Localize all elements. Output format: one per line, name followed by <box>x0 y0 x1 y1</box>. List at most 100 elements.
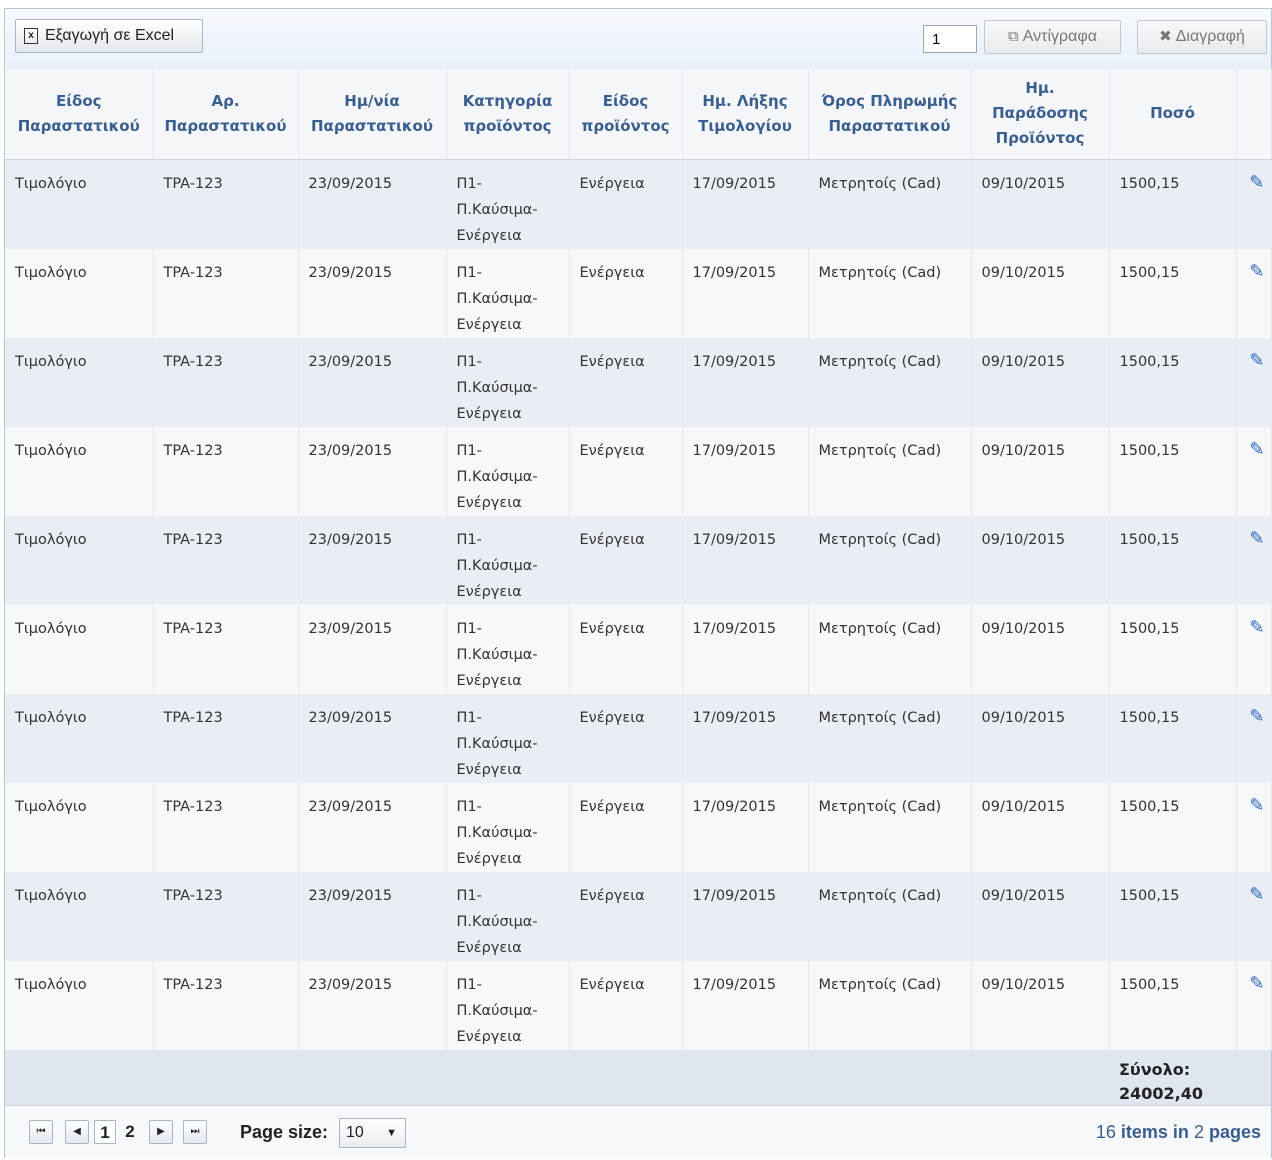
copies-count-input[interactable] <box>923 25 977 53</box>
edit-icon[interactable]: ✎ <box>1249 793 1264 819</box>
cell-category-line: Π1- <box>456 531 482 548</box>
edit-icon[interactable]: ✎ <box>1249 259 1264 285</box>
cell-amount: 1500,15 <box>1109 337 1237 427</box>
copy-icon: ⧉ <box>1008 28 1019 45</box>
table-row[interactable]: Τιμολόγιο TPA-123 23/09/2015 Π1- Π.Καύσιμα- Ε… <box>5 337 1272 427</box>
cell-terms: Μετρητοίς (Cad) <box>808 515 972 605</box>
page-number-2[interactable]: 2 <box>119 1120 141 1144</box>
cell-product: Ενέργεια <box>569 782 683 872</box>
cell-category-line: Ενέργεια <box>456 850 522 867</box>
page-size-select[interactable]: 10 ▼ <box>339 1118 406 1148</box>
cell-amount: 1500,15 <box>1109 782 1237 872</box>
column-header[interactable]: Ποσό <box>1109 69 1237 160</box>
cell-edit: ✎ <box>1236 604 1272 694</box>
cell-product: Ενέργεια <box>569 693 683 783</box>
cell-date: 23/09/2015 <box>298 693 447 783</box>
cell-delivery: 09/10/2015 <box>971 426 1110 516</box>
cell-type: Τιμολόγιο <box>5 604 154 694</box>
last-page-button[interactable]: ⏭ <box>183 1120 207 1144</box>
column-header[interactable]: Είδος Παραστατικού <box>5 69 154 160</box>
edit-icon[interactable]: ✎ <box>1249 437 1264 463</box>
cell-category-line: Π.Καύσιμα- <box>456 824 538 841</box>
table-body: Τιμολόγιο TPA-123 23/09/2015 Π1- Π.Καύσιμα- Ε… <box>5 159 1272 1050</box>
cell-category-line: Π1- <box>456 887 482 904</box>
excel-file-icon: x <box>24 28 38 44</box>
table-row[interactable]: Τιμολόγιο TPA-123 23/09/2015 Π1- Π.Καύσιμα- Ε… <box>5 782 1272 872</box>
cell-category-line: Π.Καύσιμα- <box>456 1002 538 1019</box>
column-header[interactable]: Όρος Πληρωμής Παραστατικού <box>808 69 972 160</box>
table-row[interactable]: Τιμολόγιο TPA-123 23/09/2015 Π1- Π.Καύσιμα- Ε… <box>5 960 1272 1050</box>
cell-category-line: Ενέργεια <box>456 672 522 689</box>
edit-icon[interactable]: ✎ <box>1249 170 1264 196</box>
cell-category-line: Ενέργεια <box>456 761 522 778</box>
cell-category: Π1- Π.Καύσιμα- Ενέργεια <box>446 782 570 872</box>
cell-category-line: Π1- <box>456 976 482 993</box>
cell-type: Τιμολόγιο <box>5 960 154 1050</box>
delete-button[interactable]: ✖ Διαγραφή <box>1137 20 1267 54</box>
export-excel-button[interactable]: x Εξαγωγή σε Excel <box>15 19 203 53</box>
invoices-table: Είδος Παραστατικού Αρ. Παραστατικού Ημ/ν… <box>5 69 1272 1115</box>
table-row[interactable]: Τιμολόγιο TPA-123 23/09/2015 Π1- Π.Καύσιμα- Ε… <box>5 248 1272 338</box>
cell-edit: ✎ <box>1236 693 1272 783</box>
cell-edit: ✎ <box>1236 871 1272 961</box>
column-header[interactable]: Κατηγορία προϊόντος <box>446 69 570 160</box>
column-header[interactable]: Αρ. Παραστατικού <box>153 69 299 160</box>
column-header[interactable]: Ημ. Παράδοσης Προϊόντος <box>971 69 1110 160</box>
cell-due: 17/09/2015 <box>682 248 809 338</box>
pager-info-items-in: items in <box>1120 1122 1189 1142</box>
table-row[interactable]: Τιμολόγιο TPA-123 23/09/2015 Π1- Π.Καύσιμα- Ε… <box>5 426 1272 516</box>
cell-edit: ✎ <box>1236 337 1272 427</box>
cell-number: TPA-123 <box>153 871 299 961</box>
column-header[interactable]: Είδος προϊόντος <box>569 69 683 160</box>
cell-category-line: Ενέργεια <box>456 405 522 422</box>
pager-info-pages: pages <box>1208 1122 1261 1142</box>
cell-edit: ✎ <box>1236 782 1272 872</box>
edit-icon[interactable]: ✎ <box>1249 348 1264 374</box>
cell-delivery: 09/10/2015 <box>971 693 1110 783</box>
copy-button[interactable]: ⧉ Αντίγραφα <box>984 20 1121 54</box>
page-number-1[interactable]: 1 <box>94 1120 116 1144</box>
table-row[interactable]: Τιμολόγιο TPA-123 23/09/2015 Π1- Π.Καύσιμα- Ε… <box>5 693 1272 783</box>
column-header[interactable]: Ημ. Λήξης Τιμολογίου <box>682 69 809 160</box>
edit-icon[interactable]: ✎ <box>1249 704 1264 730</box>
cell-number: TPA-123 <box>153 426 299 516</box>
column-header[interactable]: Ημ/νία Παραστατικού <box>298 69 447 160</box>
cell-due: 17/09/2015 <box>682 871 809 961</box>
cell-terms: Μετρητοίς (Cad) <box>808 604 972 694</box>
cell-terms: Μετρητοίς (Cad) <box>808 248 972 338</box>
total-label: Σύνολο: <box>1119 1059 1191 1079</box>
cell-number: TPA-123 <box>153 515 299 605</box>
cell-number: TPA-123 <box>153 159 299 249</box>
cell-category: Π1- Π.Καύσιμα- Ενέργεια <box>446 960 570 1050</box>
last-page-icon: ⏭ <box>190 1126 200 1137</box>
cell-product: Ενέργεια <box>569 604 683 694</box>
cell-type: Τιμολόγιο <box>5 337 154 427</box>
cell-type: Τιμολόγιο <box>5 426 154 516</box>
cell-number: TPA-123 <box>153 960 299 1050</box>
edit-icon[interactable]: ✎ <box>1249 882 1264 908</box>
cell-category: Π1- Π.Καύσιμα- Ενέργεια <box>446 871 570 961</box>
cell-delivery: 09/10/2015 <box>971 604 1110 694</box>
cell-category-line: Π.Καύσιμα- <box>456 290 538 307</box>
pager-info-pages-count: 2 <box>1193 1122 1204 1142</box>
cell-terms: Μετρητοίς (Cad) <box>808 960 972 1050</box>
prev-page-button[interactable]: ◀ <box>65 1120 89 1144</box>
edit-icon[interactable]: ✎ <box>1249 971 1264 997</box>
edit-icon[interactable]: ✎ <box>1249 615 1264 641</box>
cell-category-line: Π.Καύσιμα- <box>456 735 538 752</box>
table-row[interactable]: Τιμολόγιο TPA-123 23/09/2015 Π1- Π.Καύσιμα- Ε… <box>5 604 1272 694</box>
cell-amount: 1500,15 <box>1109 248 1237 338</box>
first-page-icon: ⏮ <box>36 1126 46 1137</box>
cell-type: Τιμολόγιο <box>5 693 154 783</box>
edit-icon[interactable]: ✎ <box>1249 526 1264 552</box>
cell-category-line: Π.Καύσιμα- <box>456 379 538 396</box>
cell-delivery: 09/10/2015 <box>971 515 1110 605</box>
cell-date: 23/09/2015 <box>298 426 447 516</box>
next-page-button[interactable]: ▶ <box>149 1120 173 1144</box>
cell-product: Ενέργεια <box>569 248 683 338</box>
cell-due: 17/09/2015 <box>682 604 809 694</box>
table-row[interactable]: Τιμολόγιο TPA-123 23/09/2015 Π1- Π.Καύσιμα- Ε… <box>5 159 1272 249</box>
table-row[interactable]: Τιμολόγιο TPA-123 23/09/2015 Π1- Π.Καύσιμα- Ε… <box>5 871 1272 961</box>
first-page-button[interactable]: ⏮ <box>29 1120 53 1144</box>
table-row[interactable]: Τιμολόγιο TPA-123 23/09/2015 Π1- Π.Καύσιμα- Ε… <box>5 515 1272 605</box>
